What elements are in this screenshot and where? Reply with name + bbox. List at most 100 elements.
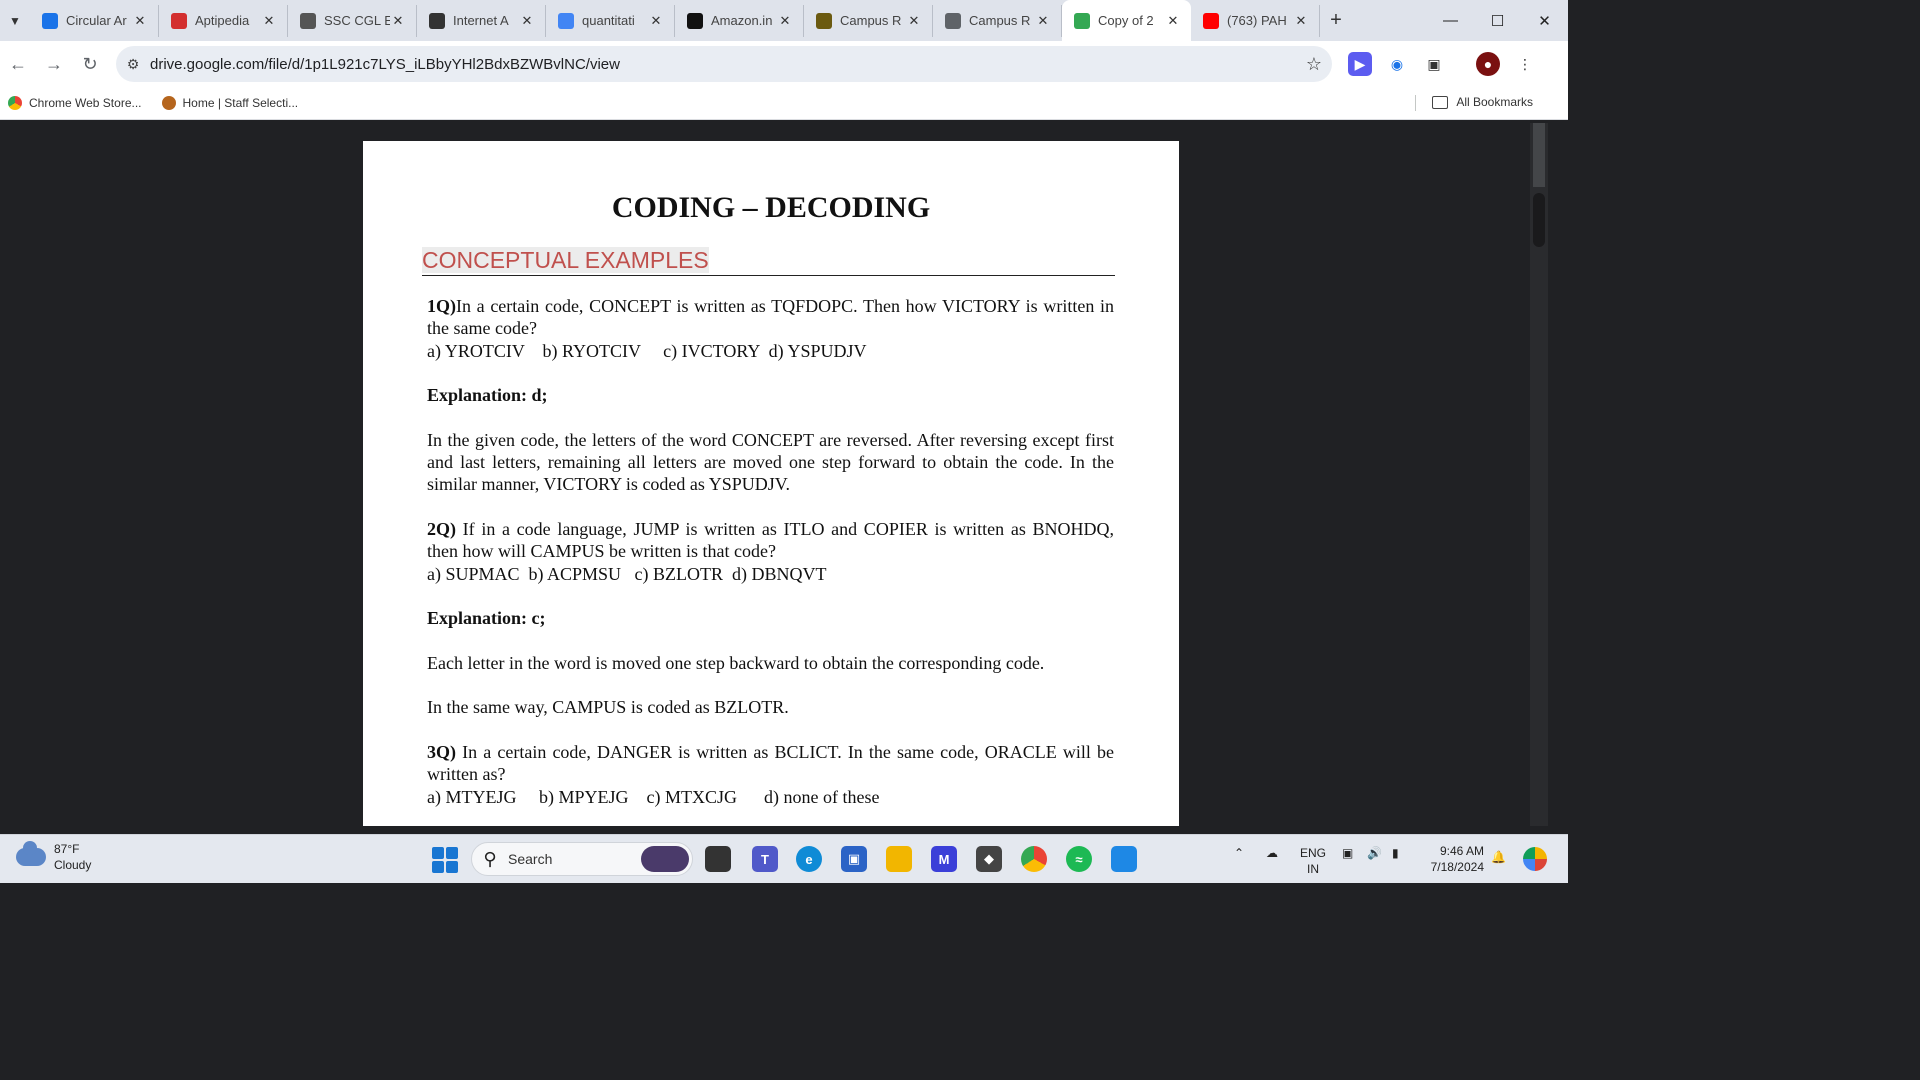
menu-kebab-icon[interactable]: ⋮ [1513,52,1537,76]
tab-close-icon[interactable]: ✕ [906,13,922,29]
search-icon: ⚲ [483,848,497,869]
browser-tab[interactable]: Campus R ✕ [933,4,1062,37]
file-explorer-icon[interactable] [886,846,912,872]
teams-icon[interactable]: T [752,846,778,872]
network-icon[interactable]: ▣ [1342,845,1353,861]
aptipedia-logo-icon [171,12,187,29]
language-indicator[interactable]: ENG IN [1300,845,1326,877]
question-2-explanation: Each letter in the word is moved one ste… [427,652,1045,673]
read-aloud-extension-icon[interactable]: ▶ [1348,52,1372,76]
minimize-button[interactable]: — [1427,0,1474,41]
profile-avatar[interactable]: ● [1476,52,1500,76]
google-drive-icon [1074,12,1090,29]
tab-close-icon[interactable]: ✕ [519,13,535,29]
question-number: 3Q) [427,741,456,762]
browser-tab[interactable]: Aptipedia ✕ [159,4,288,37]
battery-icon[interactable]: ▮ [1392,845,1399,861]
section-heading: CONCEPTUAL EXAMPLES [422,247,1115,276]
browser-tab[interactable]: Amazon.in ✕ [675,4,804,37]
weather-widget[interactable]: 87°F Cloudy [16,841,91,873]
browser-tab[interactable]: (763) PAH ✕ [1191,4,1320,37]
tab-close-icon[interactable]: ✕ [261,13,277,29]
site-info-icon[interactable]: ⚙ [116,56,150,73]
record-extension-icon[interactable]: ◉ [1385,52,1409,76]
tab-label: Campus R [840,13,902,28]
all-bookmarks-button[interactable]: All Bookmarks [1432,95,1533,109]
close-icon: ✕ [1538,12,1551,30]
tab-label: Copy of 2 [1098,13,1154,28]
question-number: 2Q) [427,518,456,539]
close-window-button[interactable]: ✕ [1521,0,1568,41]
tab-label: SSC CGL E [324,13,390,28]
tab-close-icon[interactable]: ✕ [132,13,148,29]
chatgpt-icon [300,12,316,29]
tab-label: (763) PAH [1227,13,1287,28]
tab-search-button[interactable]: ▼ [0,0,30,41]
browser-tab[interactable]: SSC CGL E ✕ [288,4,417,37]
tab-close-icon[interactable]: ✕ [390,13,406,29]
tab-close-icon[interactable]: ✕ [777,13,793,29]
arrow-right-icon: → [45,53,63,74]
reload-button[interactable]: ↻ [72,46,108,82]
bookmark-icon [42,12,58,29]
archive-icon [429,12,445,29]
plus-icon: + [1330,9,1342,31]
question-3: 3Q) In a certain code, DANGER is written… [427,741,1114,786]
edge-icon[interactable]: e [796,846,822,872]
tab-list: Circular Ar ✕ Aptipedia ✕ SSC CGL E ✕ Internet… [30,0,1320,41]
onedrive-icon[interactable]: ☁ [1266,845,1278,861]
clock[interactable]: 9:46 AM 7/18/2024 [1431,843,1484,875]
forward-button[interactable]: → [36,46,72,82]
browser-tab[interactable]: Copy of 2 ✕ [1062,0,1191,41]
browser-tab[interactable]: quantitati ✕ [546,4,675,37]
bookmark-label: Chrome Web Store... [29,96,142,110]
clock-date: 7/18/2024 [1430,860,1484,874]
address-bar[interactable]: ⚙ drive.google.com/file/d/1p1L921c7LYS_i… [116,46,1332,82]
photos-icon[interactable] [1111,846,1137,872]
scrollbar-top-region [1533,123,1545,187]
clock-time: 9:46 AM [1439,844,1484,858]
bookmark-staff-selection[interactable]: Home | Staff Selecti... [161,96,298,110]
url-text[interactable]: drive.google.com/file/d/1p1L921c7LYS_iLB… [150,56,1296,73]
chrome-icon[interactable] [1021,846,1047,872]
language-code: ENG [1300,846,1327,860]
extensions-puzzle-icon[interactable]: ▣ [1422,52,1446,76]
explanation-label: Explanation: c; [427,608,546,629]
drive-preview-viewer: CODING – DECODING CONCEPTUAL EXAMPLES 1Q… [0,123,1548,826]
language-region: IN [1307,862,1319,876]
store-icon[interactable]: ▣ [841,846,867,872]
bookmark-star-icon[interactable]: ☆ [1296,54,1332,75]
app-cube-icon[interactable]: ◆ [976,846,1002,872]
browser-tab[interactable]: Circular Ar ✕ [30,4,159,37]
copilot-icon[interactable] [1523,847,1547,871]
question-2-explanation-2: In the same way, CAMPUS is coded as BZLO… [427,697,789,718]
start-button[interactable] [432,847,458,873]
task-view-icon[interactable] [705,846,731,872]
browser-tab[interactable]: Campus R ✕ [804,4,933,37]
spotify-icon[interactable]: ≈ [1066,846,1092,872]
bookmark-chrome-web-store[interactable]: Chrome Web Store... [8,96,142,110]
tab-close-icon[interactable]: ✕ [1293,13,1309,29]
tray-chevron-up-icon[interactable]: ⌃ [1234,845,1244,861]
scrollbar-thumb[interactable] [1533,193,1545,247]
tab-close-icon[interactable]: ✕ [1165,13,1181,29]
volume-icon[interactable]: 🔊 [1367,845,1382,861]
maximize-button[interactable]: ☐ [1474,0,1521,41]
chevron-down-icon: ▼ [9,13,21,28]
tab-close-icon[interactable]: ✕ [648,13,664,29]
weather-condition: Cloudy [54,858,92,872]
app-icon[interactable]: M [931,846,957,872]
document-body: 1Q)In a certain code, CONCEPT is written… [427,295,1114,808]
taskbar-search[interactable]: ⚲ Search [471,842,693,876]
question-text: In a certain code, CONCEPT is written as… [427,296,1114,339]
bookmarks-divider [1415,95,1416,111]
tab-label: Amazon.in [711,13,773,28]
tab-close-icon[interactable]: ✕ [1035,13,1051,29]
question-1-explanation-label: Explanation: d; [427,384,1114,406]
notification-bell-icon[interactable]: 🔔 [1491,849,1506,865]
back-button[interactable]: ← [0,46,36,82]
maximize-icon: ☐ [1490,12,1505,30]
new-tab-button[interactable]: + [1320,0,1352,41]
browser-tab[interactable]: Internet A ✕ [417,4,546,37]
question-text: If in a code language, JUMP is written a… [427,518,1114,562]
